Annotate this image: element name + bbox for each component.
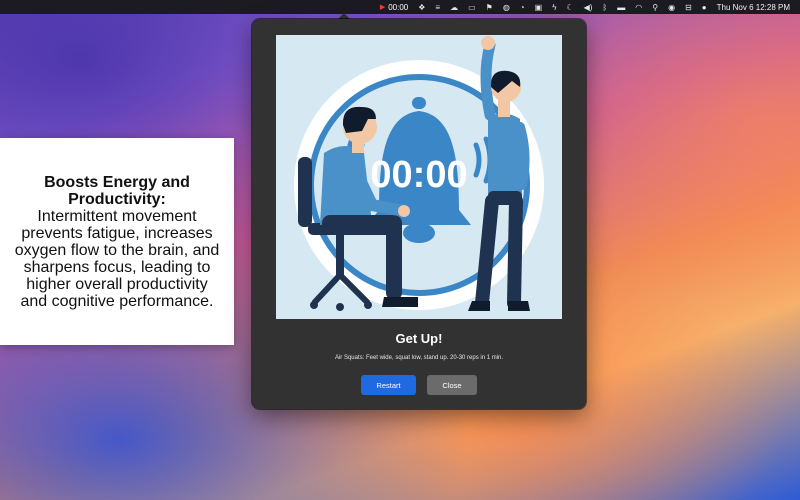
popover-title: Get Up! (395, 331, 443, 346)
play-icon: ▶ (379, 4, 386, 11)
exercise-illustration-svg: 00:00 (294, 36, 544, 311)
flag-icon[interactable]: ⚑ (481, 0, 498, 14)
siri-icon[interactable]: ● (697, 0, 712, 14)
timer-menubar-item[interactable]: ▶ 00:00 (375, 0, 413, 14)
exercise-illustration: 00:00 (276, 35, 562, 319)
battery-icon[interactable]: ▬ (612, 0, 630, 14)
moon-icon[interactable]: ☾ (561, 0, 578, 14)
square-icon[interactable]: ▣ (530, 0, 548, 14)
info-card-heading: Boosts Energy and Productivity: (44, 173, 190, 208)
volume-icon[interactable]: ◀) (579, 0, 598, 14)
bolt-icon[interactable]: ϟ (547, 0, 561, 14)
menubar-clock[interactable]: Thu Nov 6 12:28 PM (712, 0, 800, 14)
info-card-body: Intermittent movement prevents fatigue, … (14, 207, 220, 310)
timer-menubar-value: 00:00 (388, 2, 409, 12)
benefit-info-card: Boosts Energy and Productivity: Intermit… (0, 138, 234, 345)
close-button[interactable]: Close (427, 375, 477, 395)
search-icon[interactable]: ⚲ (647, 0, 663, 14)
bars-icon[interactable]: ≡ (430, 0, 445, 14)
user-icon[interactable]: ◉ (663, 0, 680, 14)
dropbox-icon[interactable]: ❖ (413, 0, 430, 14)
monitor-icon[interactable]: ▭ (463, 0, 481, 14)
control-center-icon[interactable]: ⊟ (680, 0, 697, 14)
restart-button[interactable]: Restart (361, 375, 416, 395)
globe-icon[interactable]: ◍ (498, 0, 515, 14)
get-up-popover: 00:00 Get Up! Air Squats: Feet wide, squ… (252, 19, 586, 409)
cloud-icon[interactable]: ☁ (445, 0, 463, 14)
illustration-timer-text: 00:00 (370, 154, 467, 196)
timer-icon[interactable]: ◔ (515, 0, 530, 14)
exercise-description: Air Squats: Feet wide, squat low, stand … (334, 355, 504, 361)
wifi-icon[interactable]: ◠ (630, 0, 647, 14)
menu-bar: ▶ 00:00 ❖ ≡ ☁ ▭ ⚑ ◍ ◔ ▣ ϟ ☾ ◀) ᛒ ▬ ◠ ⚲ ◉… (0, 0, 800, 14)
bluetooth-icon[interactable]: ᛒ (597, 0, 612, 14)
